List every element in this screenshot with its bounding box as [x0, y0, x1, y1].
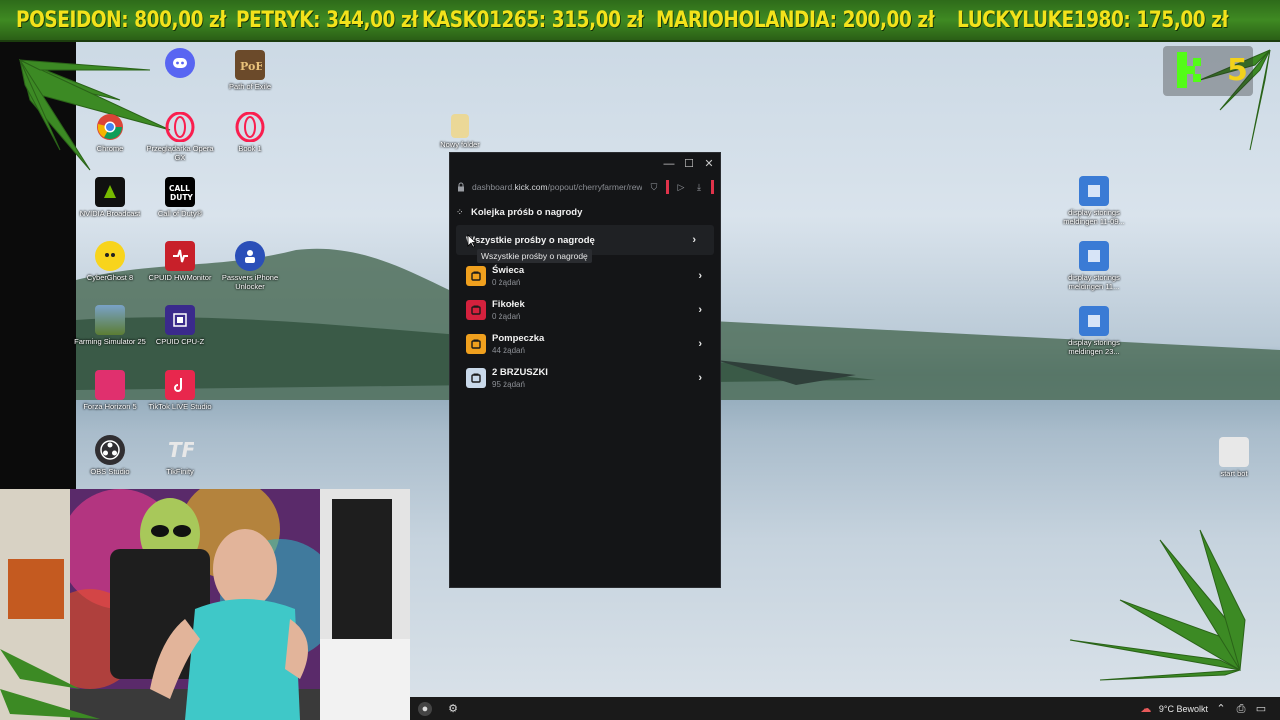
desktop-icon-path-of-exile[interactable]: PoE Path of Exile [214, 50, 286, 92]
webcam-feed [0, 489, 410, 720]
recording-indicator [666, 180, 669, 194]
forza-icon [95, 370, 125, 400]
svg-text:PoE: PoE [240, 60, 262, 73]
cannabis-leaf-decoration [1069, 529, 1246, 681]
desktop-icon-passvers[interactable]: Passvers iPhone Unlocker [214, 241, 286, 291]
kick-reward-queue-window: — ☐ ✕ dashboard.kick.com/popout/cherryfa… [449, 152, 721, 588]
gear-icon[interactable]: ⚙ [446, 702, 460, 716]
desktop-icon-tikfinity[interactable]: TF TikFinity [144, 435, 216, 477]
desktop-icon-start-bot[interactable]: start bot [1198, 437, 1270, 479]
desktop-icon-folder[interactable]: Nowy folder [424, 114, 496, 150]
reward-queue-header: ⁘ Kolejka próśb o nagrody [450, 199, 720, 225]
maximize-icon[interactable]: ☐ [682, 157, 696, 171]
desktop-icon-doc-2[interactable]: display storings meldingen 11... [1058, 241, 1130, 291]
ticker-entry: POSEIDON: 800,00 zł [16, 7, 226, 33]
cyberghost-icon [95, 241, 125, 271]
call-of-duty-icon: CALL DUTY [165, 177, 195, 207]
desktop-icon-farming-simulator[interactable]: Farming Simulator 25 [74, 305, 146, 347]
kick-logo-icon: 5 [1163, 46, 1253, 96]
path-of-exile-icon: PoE [235, 50, 265, 80]
kick-number: 5 [1227, 53, 1248, 88]
desktop-icon-nvidia-broadcast[interactable]: NVIDIA Broadcast [74, 177, 146, 219]
reward-row-fikolek[interactable]: Fikołek 0 żądań › [450, 293, 720, 327]
reward-icon [466, 266, 486, 286]
svg-text:TF: TF [168, 438, 194, 462]
hwmonitor-icon [165, 241, 195, 271]
document-icon [1079, 241, 1109, 271]
url-text: dashboard.kick.com/popout/cherryfarmer/r… [472, 182, 642, 192]
reward-row-2-brzuszki[interactable]: 2 BRZUSZKI 95 żądań › [450, 361, 720, 395]
reward-icon [466, 300, 486, 320]
tooltip: Wszystkie prośby o nagrodę [477, 249, 592, 263]
page-title: Kolejka próśb o nagrody [471, 206, 583, 218]
desktop-icon-forza[interactable]: Forza Horizon 5 [74, 370, 146, 412]
desktop-icon-opera-gx[interactable]: Przeglądarka Opera GX [144, 112, 216, 162]
passvers-icon [235, 241, 265, 271]
desktop-icon-hwmonitor[interactable]: CPUID HWMonitor [144, 241, 216, 283]
printer-icon[interactable]: ⎙ [1234, 702, 1248, 716]
chevron-right-icon: › [698, 304, 702, 316]
reward-row-pompeczka[interactable]: Pompeczka 44 żądań › [450, 327, 720, 361]
desktop-icon-discord[interactable] [144, 48, 216, 81]
desktop-icon-tiktok-live[interactable]: TikTok LIVE Studio [144, 370, 216, 412]
desktop-icon-doc-3[interactable]: display storings meldingen 23... [1058, 306, 1130, 356]
weather-text[interactable]: 9°C Bewolkt [1159, 704, 1208, 714]
desktop-icon-chrome[interactable]: Chrome [74, 112, 146, 154]
opera-gx-icon [235, 112, 265, 142]
ticker-entry: KASK01265: 315,00 zł [422, 7, 644, 33]
download-icon[interactable]: ⤓ [693, 181, 705, 193]
folder-icon [451, 114, 469, 138]
reward-icon [466, 334, 486, 354]
ticker-entry: PETRYK: 344,00 zł [235, 7, 418, 33]
reward-row-swieca[interactable]: Świeca 0 żądań › [450, 259, 720, 293]
obs-taskbar-icon[interactable]: ● [418, 701, 432, 716]
mouse-cursor-icon [467, 234, 477, 248]
bot-icon [1219, 437, 1249, 467]
window-titlebar: — ☐ ✕ [450, 153, 720, 175]
desktop-icon-doc-1[interactable]: display storings meldingen 11-09... [1058, 176, 1130, 226]
desktop-icon-obs[interactable]: OBS Studio [74, 435, 146, 477]
ticker-entry: LUCKYLUKE1980: 175,00 zł [956, 7, 1228, 33]
desktop-icon-cpu-z[interactable]: CPUID CPU-Z [144, 305, 216, 347]
network-icon[interactable]: ▭ [1254, 702, 1268, 716]
farming-simulator-icon [95, 305, 125, 335]
minimize-icon[interactable]: — [662, 157, 676, 171]
chevron-right-icon: › [698, 270, 702, 282]
document-icon [1079, 306, 1109, 336]
tiktok-icon [165, 370, 195, 400]
play-icon[interactable]: ▷ [675, 181, 687, 193]
svg-text:CALL: CALL [169, 184, 190, 193]
discord-icon [165, 48, 195, 78]
taskbar: ● ⚙ ☁ 9°C Bewolkt ⌃ ⎙ ▭ [410, 697, 1280, 720]
chevron-up-icon[interactable]: ⌃ [1214, 702, 1228, 716]
document-icon [1079, 176, 1109, 206]
cpu-z-icon [165, 305, 195, 335]
reward-icon [466, 368, 486, 388]
lock-icon [458, 182, 464, 192]
svg-text:DUTY: DUTY [170, 193, 193, 202]
donation-ticker: POSEIDON: 800,00 zł PETRYK: 344,00 zł KA… [0, 0, 1280, 42]
queue-icon: ⁘ [456, 206, 464, 217]
recording-indicator [711, 180, 714, 194]
desktop-icon-book1[interactable]: Book 1 [214, 112, 286, 154]
address-bar[interactable]: dashboard.kick.com/popout/cherryfarmer/r… [450, 175, 720, 199]
all-requests-label: Wszystkie prośby o nagrodę [466, 234, 595, 246]
desktop-icon-cyberghost[interactable]: CyberGhost 8 [74, 241, 146, 283]
webcam-image [0, 489, 410, 720]
shield-icon[interactable]: ⛉ [648, 181, 660, 193]
opera-gx-icon [165, 112, 195, 142]
chevron-right-icon: › [698, 338, 702, 350]
chevron-right-icon: › [692, 234, 696, 246]
ticker-entry: MARIOHOLANDIA: 200,00 zł [655, 7, 935, 33]
chevron-right-icon: › [698, 372, 702, 384]
weather-icon: ☁ [1140, 702, 1152, 715]
desktop-icon-call-of-duty[interactable]: CALL DUTY Call of Duty® [144, 177, 216, 219]
tikfinity-icon: TF [165, 435, 195, 465]
chrome-icon [95, 112, 125, 142]
obs-icon [95, 435, 125, 465]
close-icon[interactable]: ✕ [702, 157, 716, 171]
nvidia-icon [95, 177, 125, 207]
